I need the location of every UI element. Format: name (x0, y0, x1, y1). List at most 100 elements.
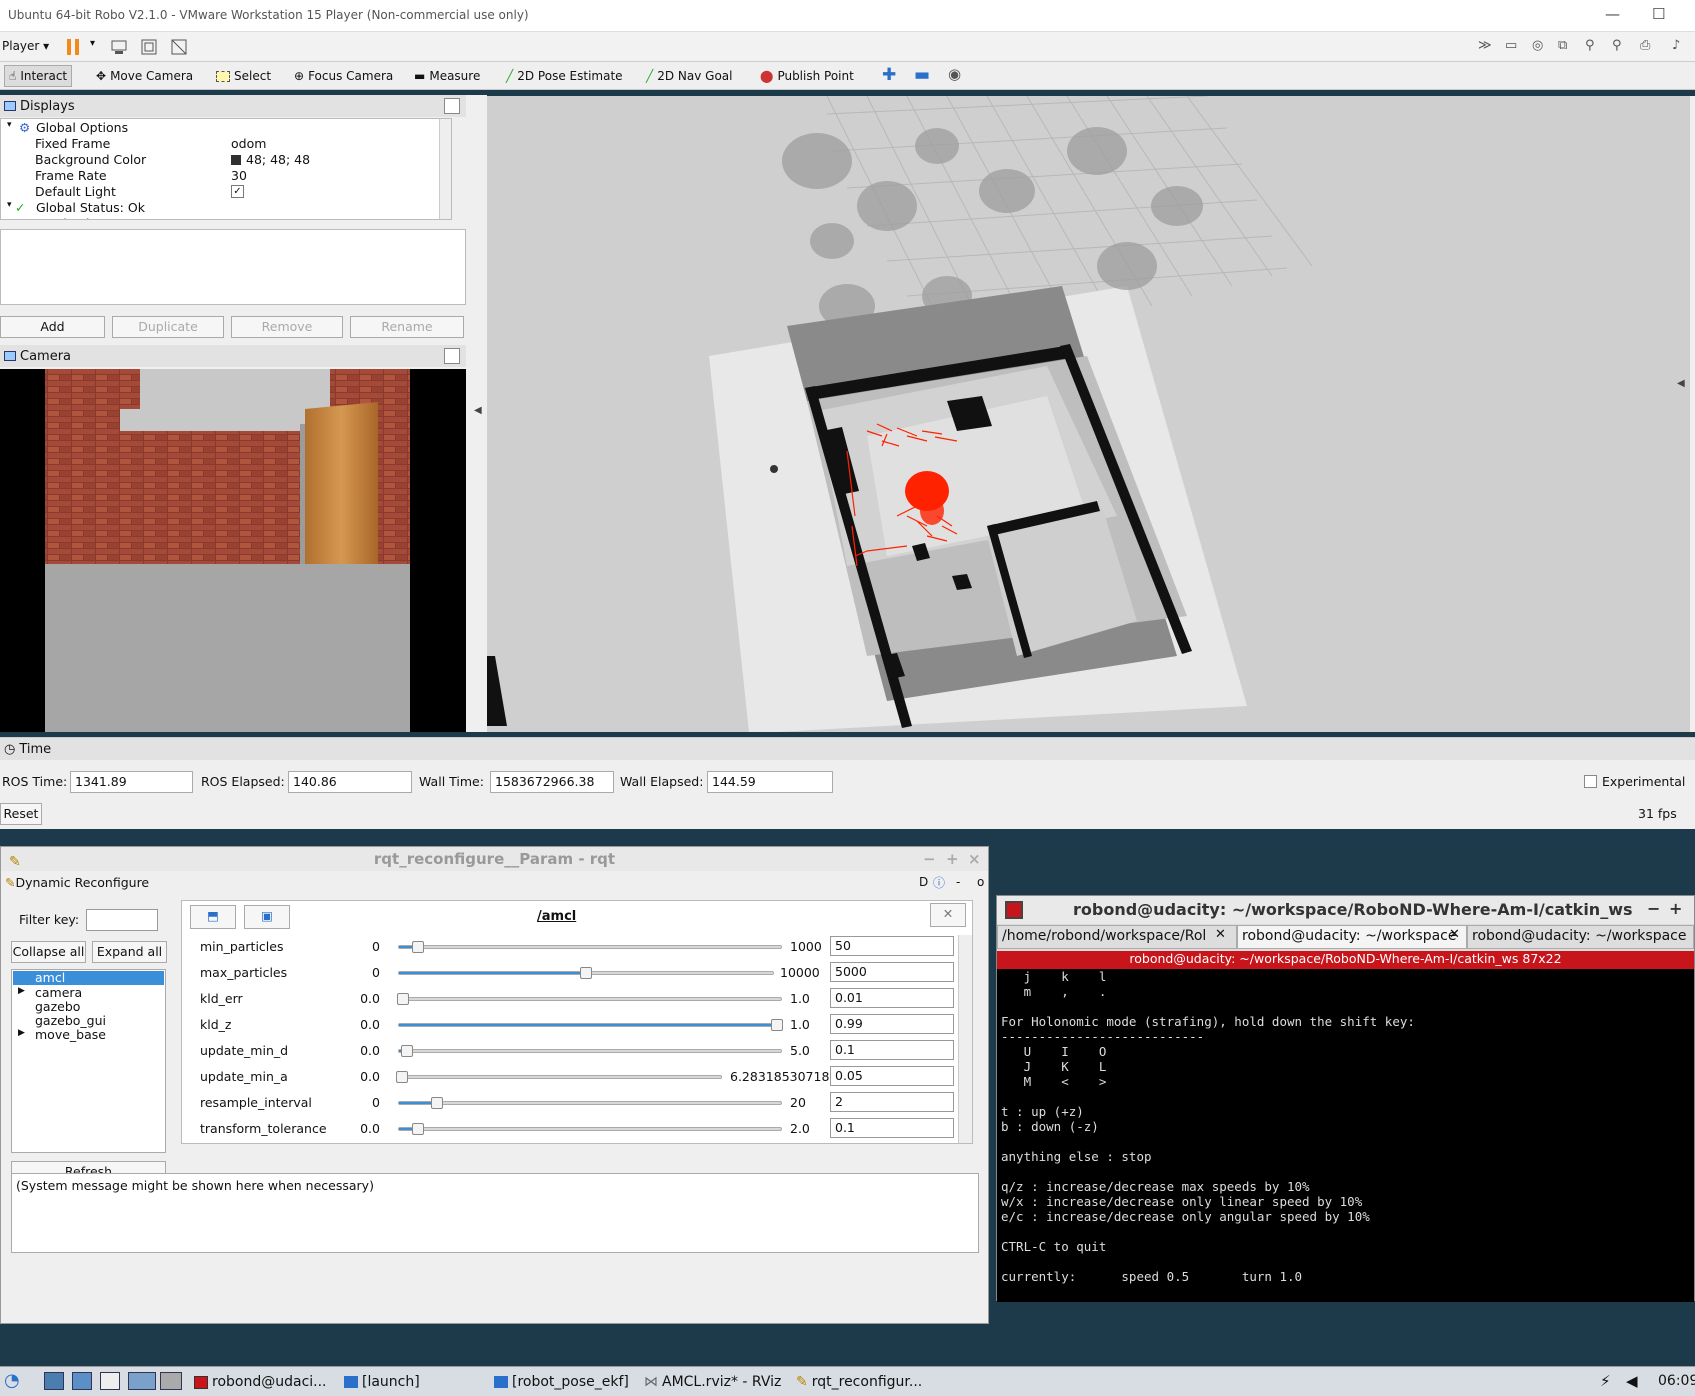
maximize-icon[interactable]: ☐ (1652, 5, 1665, 23)
slider-knob[interactable] (395, 1071, 408, 1083)
default-light-checkbox[interactable]: ✓ (231, 185, 244, 198)
help-icon[interactable]: ⓘ (933, 874, 945, 891)
file-manager-icon[interactable] (44, 1372, 64, 1390)
task-terminal[interactable]: robond@udaci... (194, 1371, 327, 1393)
add-tool-icon[interactable]: ✚ (882, 65, 896, 85)
param-slider[interactable] (398, 967, 774, 979)
tree-row[interactable]: Default Light ✓ (1, 184, 451, 200)
tree-scrollbar[interactable] (439, 119, 451, 219)
undock-icon[interactable] (444, 98, 460, 114)
tree-row[interactable]: Frame Rate 30 (1, 168, 451, 184)
close-icon[interactable]: × (968, 847, 981, 871)
tree-row[interactable]: Fixed Frame odom (1, 136, 451, 152)
node-item[interactable]: camera (35, 986, 82, 1000)
param-slider[interactable] (396, 993, 782, 1005)
close-node-button[interactable]: ✕ (930, 903, 966, 927)
expand-arrow-icon[interactable]: ▶ (18, 1028, 25, 1038)
fullscreen-icon[interactable] (140, 38, 158, 56)
minimize-icon[interactable]: − (1647, 899, 1660, 918)
network-icon[interactable]: ⧉ (1558, 38, 1567, 53)
collapse-right-arrow-icon[interactable]: ◀ (1677, 378, 1685, 389)
task-robot-pose-ekf[interactable]: [robot_pose_ekf] (494, 1371, 629, 1393)
browser-icon[interactable] (72, 1372, 92, 1390)
dropdown-icon[interactable]: ▾ (90, 38, 95, 49)
minimize-icon[interactable]: — (1605, 5, 1620, 23)
tool-measure[interactable]: ▬ Measure (410, 65, 484, 87)
params-scrollbar[interactable] (958, 935, 972, 1143)
task-rviz[interactable]: ⋈ AMCL.rviz* - RViz (644, 1371, 781, 1393)
param-value-input[interactable]: 0.99 (830, 1014, 954, 1034)
param-value-input[interactable]: 50 (830, 936, 954, 956)
terminal-output[interactable]: j k l m , . For Holonomic mode (strafing)… (997, 969, 1694, 1302)
undock-icon[interactable] (444, 348, 460, 364)
param-slider[interactable] (398, 941, 782, 953)
param-value-input[interactable]: 5000 (830, 962, 954, 982)
wall-elapsed-field[interactable]: 144.59 (707, 771, 833, 793)
param-slider[interactable] (398, 1045, 782, 1057)
node-item[interactable]: gazebo_gui (35, 1014, 106, 1028)
maximize-icon[interactable]: + (946, 847, 959, 871)
ros-elapsed-field[interactable]: 140.86 (288, 771, 412, 793)
save-button[interactable]: ▣ (244, 905, 290, 929)
expand-arrow-icon[interactable]: ▶ (18, 986, 25, 996)
terminal-tab[interactable]: robond@udacity: ~/workspace (1467, 925, 1694, 949)
hdd-icon[interactable]: ▭ (1505, 38, 1517, 53)
unity-icon[interactable] (170, 38, 188, 56)
experimental-checkbox[interactable] (1584, 775, 1597, 788)
workspace-icon[interactable] (160, 1372, 182, 1390)
tool-publish-point[interactable]: ⬤ Publish Point (756, 65, 858, 87)
pause-icon[interactable] (66, 38, 82, 56)
printer-icon[interactable]: ⎙ (1640, 38, 1650, 53)
slider-knob[interactable] (412, 1123, 425, 1135)
param-slider[interactable] (398, 1123, 782, 1135)
reset-button[interactable]: Reset (0, 803, 42, 825)
minimize-icon[interactable]: − (923, 847, 936, 871)
terminal-launcher-icon[interactable] (100, 1372, 120, 1390)
usb-icon[interactable]: ⚲ (1585, 38, 1595, 53)
eye-icon[interactable]: ◉ (948, 65, 961, 83)
rviz-3d-view[interactable]: ◀ (487, 96, 1690, 732)
collapse-all-button[interactable]: Collapse all (11, 941, 86, 963)
node-item[interactable]: move_base (35, 1028, 106, 1042)
tool-2d-nav-goal[interactable]: ╱ 2D Nav Goal (642, 65, 737, 87)
plugin-d-button[interactable]: D (919, 875, 928, 889)
terminal-tab[interactable]: /home/robond/workspace/Rol (997, 925, 1237, 949)
ros-time-field[interactable]: 1341.89 (70, 771, 193, 793)
tool-select[interactable]: Select (212, 65, 275, 87)
power-icon[interactable]: ⚡ (1600, 1372, 1611, 1390)
rename-button[interactable]: Rename (350, 316, 464, 338)
audio-icon[interactable]: ♪ (1672, 38, 1680, 53)
collapse-arrow-icon[interactable]: ▾ (7, 120, 12, 130)
slider-knob[interactable] (771, 1019, 784, 1031)
tool-move-camera[interactable]: ✥ Move Camera (92, 65, 197, 87)
node-item[interactable]: amcl (13, 971, 164, 985)
node-item[interactable]: gazebo (35, 1000, 80, 1014)
task-launch[interactable]: [launch] (344, 1371, 420, 1393)
remove-button[interactable]: Remove (231, 316, 343, 338)
slider-knob[interactable] (396, 993, 409, 1005)
collapse-left-arrow-icon[interactable]: ◀ (474, 405, 482, 416)
close-tab-icon[interactable]: ✕ (1449, 927, 1460, 942)
tree-row[interactable]: ✓Fixed FrameOK (1, 216, 451, 219)
param-value-input[interactable]: 0.1 (830, 1118, 954, 1138)
player-menu[interactable]: Player ▾ (2, 39, 49, 53)
param-slider[interactable] (398, 1097, 782, 1109)
devices-icon[interactable]: ≫ (1478, 38, 1492, 53)
tool-focus-camera[interactable]: ⊕ Focus Camera (290, 65, 397, 87)
terminal-tab-active[interactable]: robond@udacity: ~/workspace (1237, 925, 1467, 949)
usb2-icon[interactable]: ⚲ (1612, 38, 1622, 53)
param-slider[interactable] (395, 1071, 722, 1083)
add-button[interactable]: Add (0, 316, 105, 338)
send-ctrl-alt-del-icon[interactable] (110, 38, 128, 56)
close-tab-icon[interactable]: ✕ (1215, 927, 1226, 942)
remove-tool-icon[interactable]: ▬ (914, 65, 930, 85)
minimize-plugin-icon[interactable]: - (956, 875, 960, 889)
tool-interact[interactable]: ☝ Interact (4, 65, 73, 87)
param-value-input[interactable]: 2 (830, 1092, 954, 1112)
param-slider[interactable] (398, 1019, 784, 1031)
expand-all-button[interactable]: Expand all (92, 941, 167, 963)
load-button[interactable]: ⬒ (190, 905, 236, 929)
start-menu-icon[interactable]: ◔ (4, 1370, 20, 1391)
slider-knob[interactable] (580, 967, 592, 979)
duplicate-button[interactable]: Duplicate (112, 316, 224, 338)
